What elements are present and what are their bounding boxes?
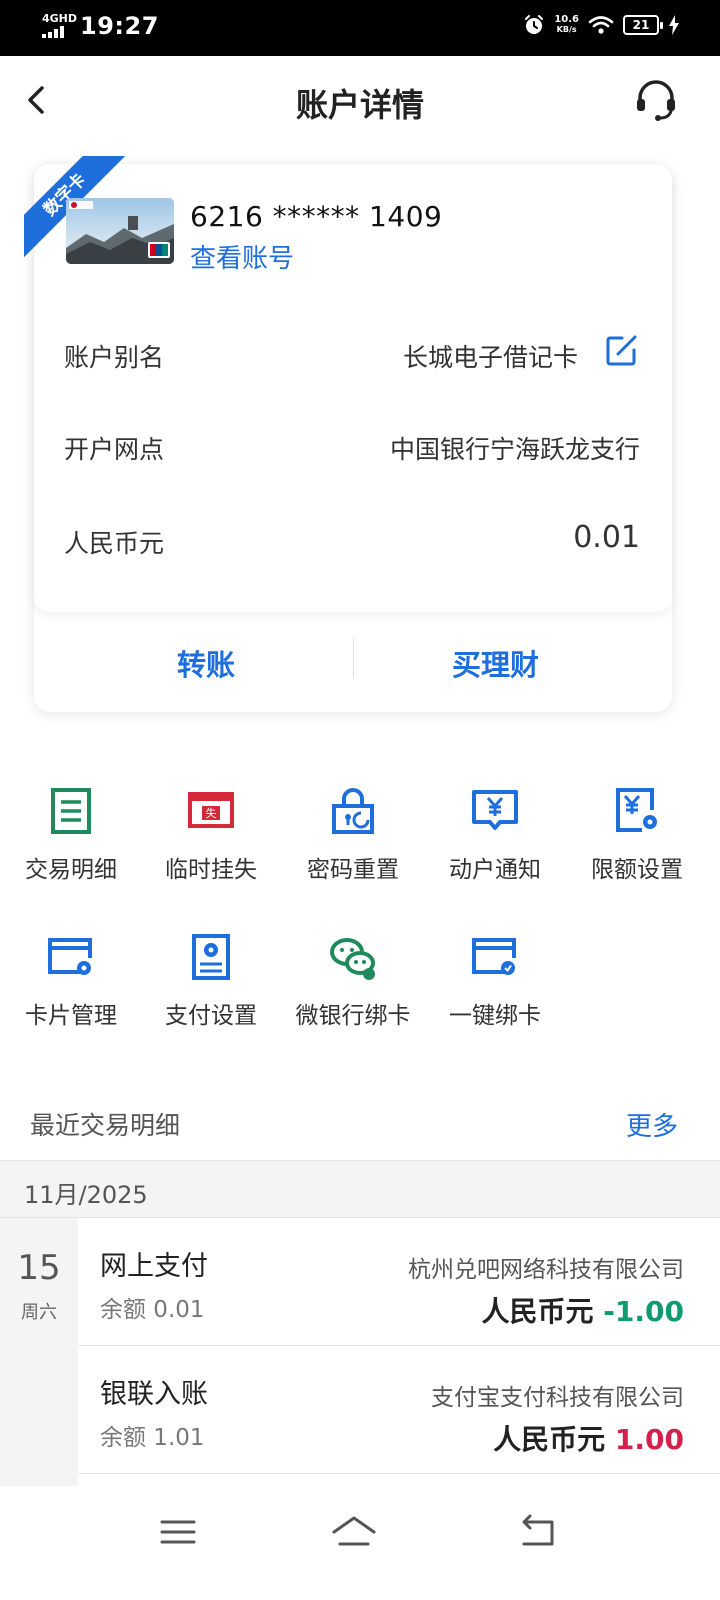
payment-setting-icon	[192, 934, 230, 980]
wifi-icon	[588, 16, 614, 34]
more-link[interactable]: 更多	[626, 1106, 678, 1143]
status-left: 4GHD 19:27	[42, 12, 159, 40]
limit-setting-icon	[616, 788, 657, 832]
function-label: 微银行绑卡	[295, 1003, 411, 1029]
function-wechat-bind[interactable]: 微银行绑卡	[282, 932, 424, 1042]
network-type: 4GHD	[42, 12, 78, 25]
system-nav-bar	[0, 1488, 720, 1600]
month-bar: 11月/2025	[0, 1160, 720, 1218]
function-label: 动户通知	[449, 857, 541, 883]
status-bar: 4GHD 19:27 10.6 KB/s 21	[0, 0, 720, 56]
status-right: 10.6 KB/s 21	[523, 14, 680, 36]
transaction-row[interactable]: 网上支付 余额 0.01 杭州兑吧网络科技有限公司 人民币元 -1.00	[78, 1218, 720, 1346]
function-transaction-detail[interactable]: 交易明细	[0, 786, 142, 896]
wechat-bind-icon	[330, 938, 375, 980]
clock: 19:27	[80, 12, 159, 40]
function-limit-setting[interactable]: 限额设置	[566, 786, 708, 896]
alias-value: 长城电子借记卡	[402, 343, 578, 372]
speed-value: 10.6	[554, 14, 579, 25]
transaction-currency: 人民币元	[493, 1423, 606, 1456]
function-quick-bind[interactable]: 一键绑卡	[424, 932, 566, 1042]
transaction-currency: 人民币元	[481, 1295, 594, 1328]
function-temporary-loss[interactable]: 失 临时挂失	[140, 786, 282, 896]
currency-label: 人民币元	[64, 529, 165, 558]
header: 账户详情	[0, 56, 720, 146]
function-label: 临时挂失	[165, 857, 257, 883]
balance-value: 0.01	[573, 520, 640, 555]
card-management-icon	[48, 938, 92, 975]
transaction-amount: -1.00	[603, 1295, 684, 1328]
function-label: 密码重置	[307, 857, 399, 883]
transaction-day: 15	[17, 1248, 61, 1288]
branch-value: 中国银行宁海跃龙支行	[389, 435, 640, 464]
action-divider	[353, 638, 354, 678]
function-label: 一键绑卡	[449, 1003, 541, 1029]
function-account-notice[interactable]: 动户通知	[424, 786, 566, 896]
transaction-type: 银联入账	[100, 1379, 208, 1410]
transaction-row[interactable]: 银联入账 余额 1.01 支付宝支付科技有限公司 人民币元 1.00	[78, 1346, 720, 1474]
row-divider	[78, 1473, 720, 1474]
function-card-management[interactable]: 卡片管理	[0, 932, 142, 1042]
recent-transactions-header: 最近交易明细 更多	[0, 1094, 720, 1158]
transaction-weekday: 周六	[21, 1302, 57, 1323]
transaction-amount: 1.00	[614, 1423, 684, 1456]
month-label: 11月/2025	[24, 1181, 148, 1209]
card-actions: 转账 买理财	[34, 612, 672, 712]
transaction-counterparty: 杭州兑吧网络科技有限公司	[408, 1257, 684, 1283]
alarm-icon	[525, 15, 544, 34]
customer-service-icon[interactable]	[632, 76, 680, 124]
home-icon[interactable]	[330, 1510, 378, 1554]
signal-bars-icon	[42, 26, 74, 38]
bank-card-image	[66, 198, 174, 264]
date-column: 15 周六	[0, 1218, 78, 1486]
card-number: 6216 ****** 1409	[190, 200, 443, 233]
menu-icon[interactable]	[154, 1510, 202, 1554]
buy-wealth-button[interactable]: 买理财	[452, 642, 539, 684]
recent-transactions-title: 最近交易明细	[30, 1111, 181, 1140]
page-title: 账户详情	[295, 86, 424, 124]
account-card-info: 数字卡 6216 ****** 1409 查看账号 账户别名 长城电子借记卡 开…	[24, 156, 672, 612]
transaction-balance: 余额 1.01	[100, 1425, 205, 1451]
balance-row: 人民币元 0.01	[64, 520, 640, 564]
svg-text:失: 失	[206, 807, 217, 820]
edit-icon[interactable]	[602, 332, 640, 370]
charging-icon	[669, 15, 679, 35]
password-reset-icon	[332, 788, 374, 834]
function-label: 交易明细	[25, 857, 117, 883]
function-payment-setting[interactable]: 支付设置	[140, 932, 282, 1042]
speed-unit: KB/s	[556, 25, 577, 34]
account-notice-icon	[472, 790, 518, 830]
transaction-type: 网上支付	[100, 1251, 208, 1282]
account-card: 数字卡 6216 ****** 1409 查看账号 账户别名 长城电子借记卡 开…	[24, 156, 672, 712]
function-password-reset[interactable]: 密码重置	[282, 786, 424, 896]
back-nav-icon[interactable]	[514, 1510, 562, 1554]
function-label: 支付设置	[165, 1003, 257, 1029]
battery-icon: 21	[623, 15, 663, 35]
temporary-loss-icon: 失	[188, 792, 234, 828]
transaction-counterparty: 支付宝支付科技有限公司	[431, 1385, 684, 1411]
branch-label: 开户网点	[64, 435, 165, 464]
alias-label: 账户别名	[64, 343, 165, 372]
screen: 4GHD 19:27 10.6 KB/s 21 账户详情 数字卡 6216 **…	[0, 0, 720, 1600]
signal-indicator: 4GHD	[42, 12, 78, 38]
transaction-detail-icon	[51, 788, 91, 834]
function-label: 卡片管理	[25, 1003, 117, 1029]
transaction-balance: 余额 0.01	[100, 1297, 205, 1323]
alias-row: 账户别名 长城电子借记卡	[64, 335, 640, 378]
quick-bind-icon	[472, 938, 516, 975]
view-account-link[interactable]: 查看账号	[190, 238, 294, 275]
transaction-amount-line: 人民币元 -1.00	[482, 1290, 684, 1330]
transaction-amount-line: 人民币元 1.00	[493, 1418, 684, 1458]
branch-row: 开户网点 中国银行宁海跃龙支行	[64, 430, 640, 470]
function-label: 限额设置	[591, 857, 683, 883]
network-speed: 10.6 KB/s	[554, 15, 579, 35]
transfer-button[interactable]: 转账	[177, 642, 235, 684]
